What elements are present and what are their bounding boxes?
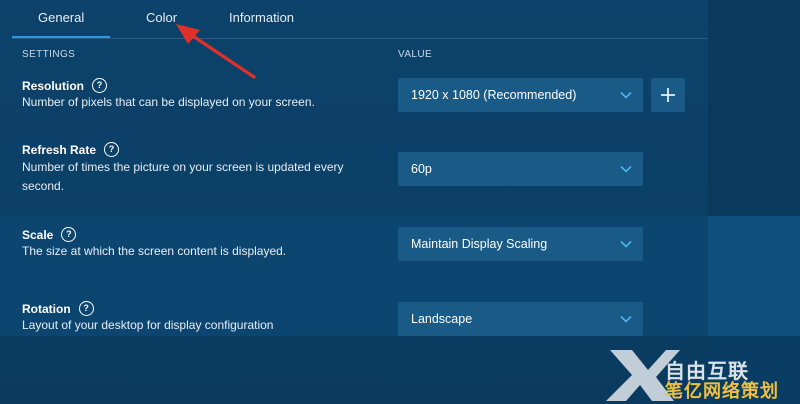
plus-icon (661, 88, 675, 102)
scale-select[interactable]: Maintain Display Scaling (398, 227, 643, 261)
refresh-rate-label: Refresh Rate (22, 142, 97, 157)
tab-bar: General Color Information (0, 0, 708, 39)
settings-panel (0, 0, 708, 404)
chevron-down-icon (620, 240, 632, 248)
scale-description: The size at which the screen content is … (22, 244, 287, 258)
settings-column-header: SETTINGS (22, 49, 76, 60)
resolution-title: Resolution ? (22, 78, 107, 93)
refresh-rate-select[interactable]: 60p (398, 152, 643, 186)
add-resolution-button[interactable] (651, 78, 685, 112)
chevron-down-icon (620, 91, 632, 99)
rotation-select[interactable]: Landscape (398, 302, 643, 336)
rotation-description: Layout of your desktop for display confi… (22, 318, 274, 332)
scale-label: Scale (22, 227, 54, 242)
help-icon[interactable]: ? (92, 78, 107, 93)
chevron-down-icon (620, 315, 632, 323)
tab-general[interactable]: General (38, 10, 84, 25)
tab-divider (12, 38, 708, 39)
resolution-label: Resolution (22, 78, 84, 93)
watermark-subtext: 笔亿网络策划 (665, 381, 779, 401)
side-strip-highlight (708, 216, 800, 336)
scale-value: Maintain Display Scaling (411, 237, 548, 251)
help-icon[interactable]: ? (78, 301, 94, 316)
chevron-down-icon (620, 165, 632, 173)
value-column-header: VALUE (398, 49, 433, 60)
refresh-rate-description: Number of times the picture on your scre… (22, 160, 344, 193)
scale-title: Scale ? (22, 227, 77, 242)
refresh-rate-value: 60p (411, 162, 432, 176)
rotation-value: Landscape (411, 312, 473, 326)
help-icon[interactable]: ? (104, 142, 120, 157)
resolution-value: 1920 x 1080 (Recommended) (411, 88, 577, 102)
resolution-select[interactable]: 1920 x 1080 (Recommended) (398, 78, 643, 112)
side-strip (708, 0, 800, 216)
help-icon[interactable]: ? (61, 227, 77, 242)
rotation-label: Rotation (22, 301, 71, 316)
refresh-rate-title: Refresh Rate ? (22, 142, 120, 157)
resolution-description: Number of pixels that can be displayed o… (22, 95, 315, 109)
rotation-title: Rotation ? (22, 301, 94, 316)
annotation-arrow-icon (176, 24, 256, 79)
